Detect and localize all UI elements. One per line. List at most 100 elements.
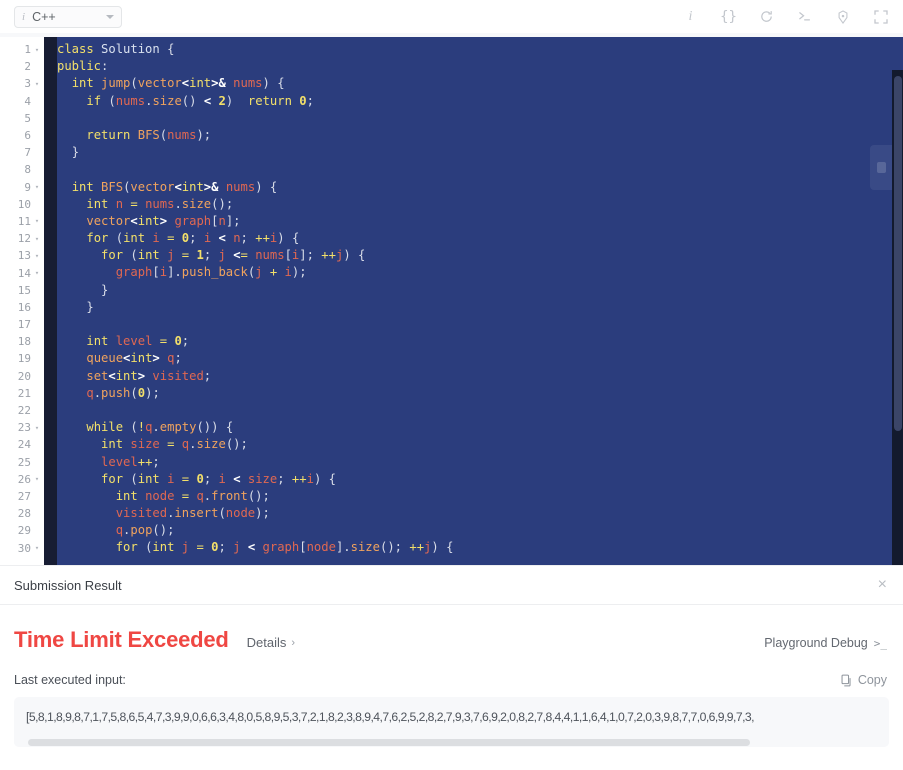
code-line[interactable]: for (int j = 0; j < graph[node].size(); …	[57, 539, 903, 556]
line-number-row[interactable]: 20▾	[0, 368, 44, 385]
submission-result-title: Submission Result	[14, 577, 122, 593]
reset-icon[interactable]	[758, 8, 775, 25]
fullscreen-icon[interactable]	[872, 8, 889, 25]
line-number-row[interactable]: 7▾	[0, 144, 44, 161]
code-line[interactable]: return BFS(nums);	[57, 127, 903, 144]
line-number-row[interactable]: 1 ▾	[0, 41, 44, 58]
line-number: 7	[24, 146, 31, 160]
line-number-row[interactable]: 13 ▾	[0, 247, 44, 264]
code-line[interactable]: level++;	[57, 454, 903, 471]
fold-arrow-icon[interactable]: ▾	[34, 475, 40, 483]
status-badge: Time Limit Exceeded	[14, 627, 229, 652]
copy-button[interactable]: Copy	[840, 673, 887, 687]
line-number-row[interactable]: 29▾	[0, 522, 44, 539]
input-scroll-thumb[interactable]	[28, 739, 750, 746]
verdict-row: Time Limit Exceeded Details › Playground…	[14, 627, 887, 653]
braces-icon[interactable]: {}	[720, 8, 737, 25]
fold-arrow-icon[interactable]: ▾	[34, 183, 40, 191]
line-number-row[interactable]: 19▾	[0, 350, 44, 367]
fold-arrow-icon[interactable]: ▾	[34, 269, 40, 277]
code-line[interactable]	[57, 316, 903, 333]
chevron-right-icon: ›	[291, 636, 296, 649]
code-line[interactable]: int level = 0;	[57, 333, 903, 350]
line-number-row[interactable]: 11 ▾	[0, 213, 44, 230]
gutter-strip	[44, 37, 57, 565]
line-number-row[interactable]: 24▾	[0, 436, 44, 453]
line-number: 24	[17, 438, 31, 452]
code-line[interactable]: int n = nums.size();	[57, 196, 903, 213]
code-line[interactable]: set<int> visited;	[57, 368, 903, 385]
line-number-row[interactable]: 8▾	[0, 161, 44, 178]
code-line[interactable]: int BFS(vector<int>& nums) {	[57, 179, 903, 196]
code-line[interactable]: for (int j = 1; j <= nums[i]; ++j) {	[57, 247, 903, 264]
console-icon[interactable]	[796, 8, 813, 25]
line-number: 26	[17, 472, 31, 486]
line-number-row[interactable]: 25▾	[0, 454, 44, 471]
fold-arrow-icon[interactable]: ▾	[34, 217, 40, 225]
info-icon[interactable]: i	[682, 8, 699, 25]
line-number-row[interactable]: 2▾	[0, 58, 44, 75]
line-number: 11	[17, 214, 31, 228]
line-number: 19	[17, 352, 31, 366]
line-number-row[interactable]: 30 ▾	[0, 539, 44, 556]
playground-debug-link[interactable]: Playground Debug >_	[764, 636, 887, 650]
last-executed-input-box[interactable]: [5,8,1,8,9,8,7,1,7,5,8,6,5,4,7,3,9,9,0,6…	[14, 697, 889, 747]
line-number-row[interactable]: 23 ▾	[0, 419, 44, 436]
code-line[interactable]: }	[57, 299, 903, 316]
line-number-row[interactable]: 26 ▾	[0, 471, 44, 488]
line-number-row[interactable]: 9 ▾	[0, 179, 44, 196]
code-line[interactable]	[57, 110, 903, 127]
line-number-row[interactable]: 6▾	[0, 127, 44, 144]
line-number-row[interactable]: 21▾	[0, 385, 44, 402]
input-horizontal-scrollbar[interactable]	[14, 738, 889, 747]
line-number-row[interactable]: 16▾	[0, 299, 44, 316]
code-line[interactable]: q.push(0);	[57, 385, 903, 402]
panel-collapse-handle[interactable]	[870, 145, 892, 190]
line-number-row[interactable]: 27▾	[0, 488, 44, 505]
code-line[interactable]: }	[57, 282, 903, 299]
fold-arrow-icon[interactable]: ▾	[34, 544, 40, 552]
close-icon[interactable]: ×	[878, 577, 887, 593]
line-number-row[interactable]: 28▾	[0, 505, 44, 522]
line-number-row[interactable]: 3 ▾	[0, 75, 44, 92]
code-line[interactable]: q.pop();	[57, 522, 903, 539]
code-line[interactable]: queue<int> q;	[57, 350, 903, 367]
line-number-row[interactable]: 4▾	[0, 93, 44, 110]
code-line[interactable]: int size = q.size();	[57, 436, 903, 453]
editor-scroll-thumb[interactable]	[894, 76, 902, 431]
code-line[interactable]: visited.insert(node);	[57, 505, 903, 522]
code-line[interactable]: graph[i].push_back(j + i);	[57, 264, 903, 281]
line-number-gutter[interactable]: 1▾2▾3▾4▾5▾6▾7▾8▾9▾10▾11▾12▾13▾14▾15▾16▾1…	[0, 37, 44, 565]
code-editor[interactable]: 1▾2▾3▾4▾5▾6▾7▾8▾9▾10▾11▾12▾13▾14▾15▾16▾1…	[0, 33, 903, 565]
code-line[interactable]: if (nums.size() < 2) return 0;	[57, 93, 903, 110]
code-line[interactable]: class Solution {	[57, 41, 903, 58]
details-link[interactable]: Details ›	[247, 635, 295, 650]
line-number-row[interactable]: 18▾	[0, 333, 44, 350]
code-line[interactable]: while (!q.empty()) {	[57, 419, 903, 436]
language-selector[interactable]: i C++	[14, 5, 122, 28]
line-number-row[interactable]: 22▾	[0, 402, 44, 419]
code-line[interactable]	[57, 161, 903, 178]
code-line[interactable]	[57, 402, 903, 419]
code-line[interactable]: int node = q.front();	[57, 488, 903, 505]
code-line[interactable]: }	[57, 144, 903, 161]
line-number-row[interactable]: 5▾	[0, 110, 44, 127]
line-number-row[interactable]: 10▾	[0, 196, 44, 213]
line-number-row[interactable]: 17▾	[0, 316, 44, 333]
fold-arrow-icon[interactable]: ▾	[34, 80, 40, 88]
fold-arrow-icon[interactable]: ▾	[34, 235, 40, 243]
fold-arrow-icon[interactable]: ▾	[34, 252, 40, 260]
settings-icon[interactable]	[834, 8, 851, 25]
code-content[interactable]: class Solution {public: int jump(vector<…	[57, 37, 903, 565]
fold-arrow-icon[interactable]: ▾	[34, 46, 40, 54]
code-line[interactable]: for (int i = 0; i < size; ++i) {	[57, 471, 903, 488]
code-line[interactable]: vector<int> graph[n];	[57, 213, 903, 230]
code-line[interactable]: for (int i = 0; i < n; ++i) {	[57, 230, 903, 247]
code-line[interactable]: int jump(vector<int>& nums) {	[57, 75, 903, 92]
fold-arrow-icon[interactable]: ▾	[34, 424, 40, 432]
editor-vertical-scrollbar[interactable]	[892, 70, 903, 565]
line-number-row[interactable]: 15▾	[0, 282, 44, 299]
code-line[interactable]: public:	[57, 58, 903, 75]
line-number-row[interactable]: 12 ▾	[0, 230, 44, 247]
line-number-row[interactable]: 14 ▾	[0, 264, 44, 281]
